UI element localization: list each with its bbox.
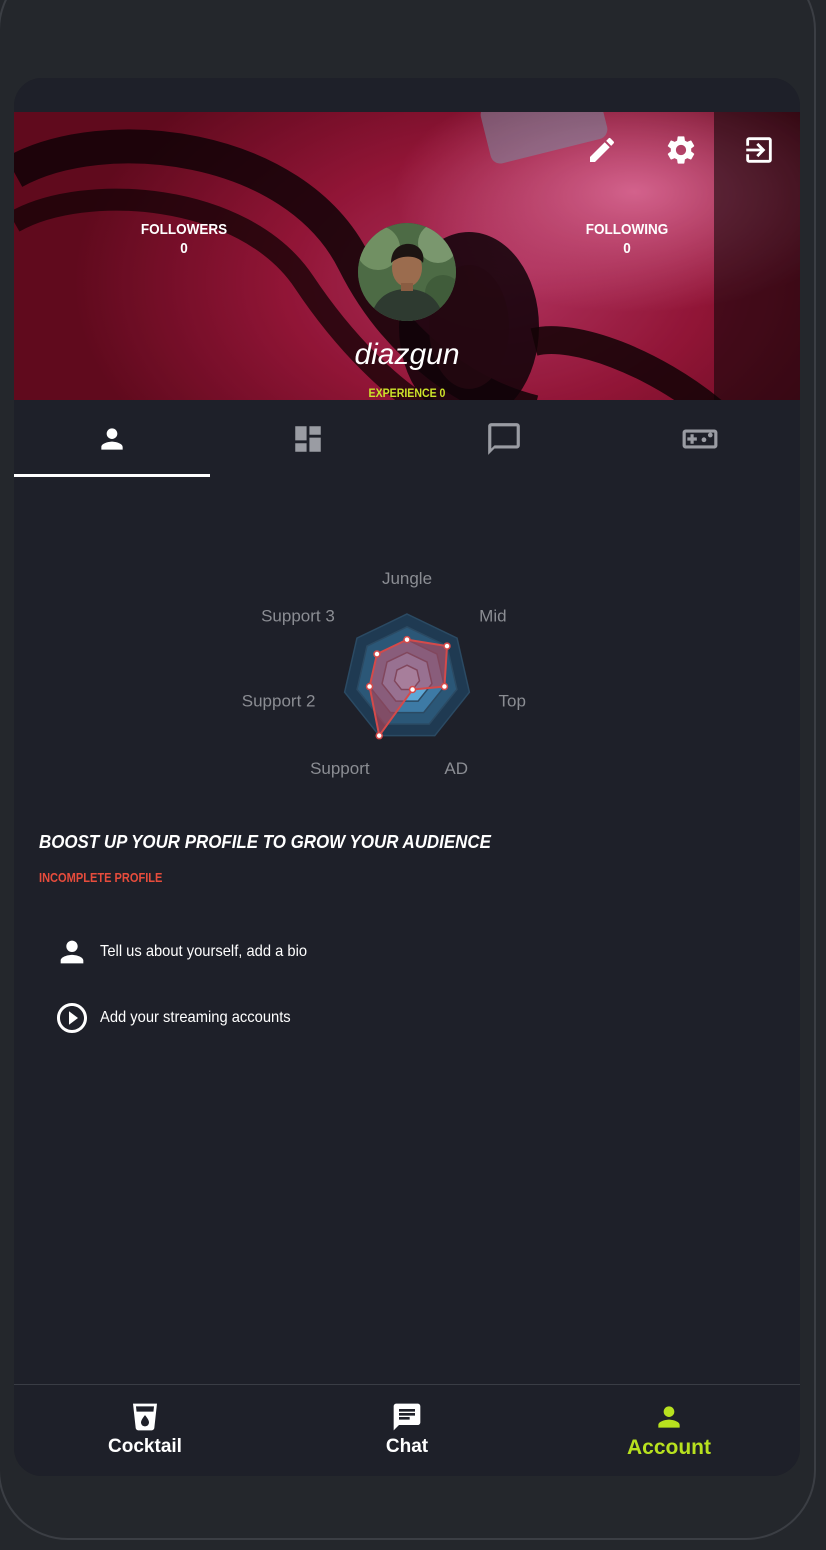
tab-posts[interactable] (406, 400, 602, 478)
account-icon (658, 1406, 680, 1428)
radar-axis-label: Support (310, 759, 370, 778)
nav-chat[interactable]: Chat (276, 1385, 538, 1476)
app-screen: FOLLOWERS 0 FOLLOWING 0 diazgun EXPERIEN… (14, 78, 800, 1476)
nav-cocktail-label: Cocktail (108, 1436, 182, 1457)
radar-point-top (440, 682, 449, 691)
nav-account[interactable]: Account (538, 1385, 800, 1476)
add-streaming-label: Add your streaming accounts (100, 1009, 291, 1026)
profile-header: FOLLOWERS 0 FOLLOWING 0 diazgun EXPERIEN… (14, 112, 800, 400)
following-count: 0 (623, 240, 631, 257)
person-icon (101, 428, 123, 450)
edit-profile-button[interactable] (582, 130, 622, 170)
radar-point-support (375, 731, 383, 740)
username: diazgun (354, 338, 460, 371)
status-bar (14, 78, 800, 112)
radar-axis-label: Support 3 (261, 607, 335, 626)
tab-profile[interactable] (14, 400, 210, 478)
logout-icon (746, 137, 772, 163)
add-bio-task[interactable]: Tell us about yourself, add a bio (52, 932, 325, 972)
radar-point-support-3 (373, 650, 381, 658)
role-radar-chart: Jungle Mid Top AD Support Support 2 Support 3 (242, 569, 526, 778)
cocktail-icon (133, 1403, 157, 1431)
tab-dashboard[interactable] (210, 400, 406, 478)
radar-point-jungle (403, 635, 411, 644)
avatar-photo (358, 223, 456, 321)
chat-bubble-icon (488, 423, 520, 455)
radar-point-ad (408, 685, 417, 694)
pencil-icon (590, 137, 615, 162)
following-stat[interactable]: FOLLOWING 0 (564, 220, 690, 258)
chat-icon (393, 1403, 421, 1431)
dashboard-icon (295, 426, 321, 452)
tab-games[interactable] (602, 400, 798, 478)
gear-icon (667, 136, 695, 164)
avatar[interactable] (358, 223, 456, 321)
add-bio-label: Tell us about yourself, add a bio (100, 943, 308, 960)
followers-stat[interactable]: FOLLOWERS 0 (121, 220, 247, 258)
profile-status: INCOMPLETE PROFILE (39, 870, 163, 885)
active-tab-indicator (14, 474, 210, 477)
experience-label: EXPERIENCE 0 (368, 386, 446, 400)
boost-profile-title: BOOST UP YOUR PROFILE TO GROW YOUR AUDIE… (39, 832, 491, 852)
add-streaming-task[interactable]: Add your streaming accounts (52, 998, 307, 1038)
person-icon (52, 932, 92, 972)
radar-axis-label: Support 2 (242, 691, 316, 710)
following-label: FOLLOWING (585, 221, 669, 238)
gamepad-icon (682, 429, 718, 449)
nav-account-label: Account (627, 1436, 711, 1459)
radar-point-mid (443, 642, 451, 650)
settings-button[interactable] (661, 130, 701, 170)
play-circle-icon (52, 998, 92, 1038)
followers-count: 0 (180, 240, 188, 257)
nav-chat-label: Chat (385, 1436, 429, 1457)
profile-tabs (14, 400, 800, 478)
radar-axis-label: Jungle (382, 569, 432, 588)
bottom-navigation: Cocktail Chat Account (14, 1384, 800, 1476)
nav-cocktail[interactable]: Cocktail (14, 1385, 276, 1476)
followers-label: FOLLOWERS (140, 221, 228, 238)
radar-point-support-2 (365, 682, 374, 691)
radar-axis-label: Mid (479, 607, 506, 626)
radar-axis-label: Top (498, 691, 525, 710)
logout-button[interactable] (739, 130, 779, 170)
radar-axis-label: AD (444, 759, 468, 778)
